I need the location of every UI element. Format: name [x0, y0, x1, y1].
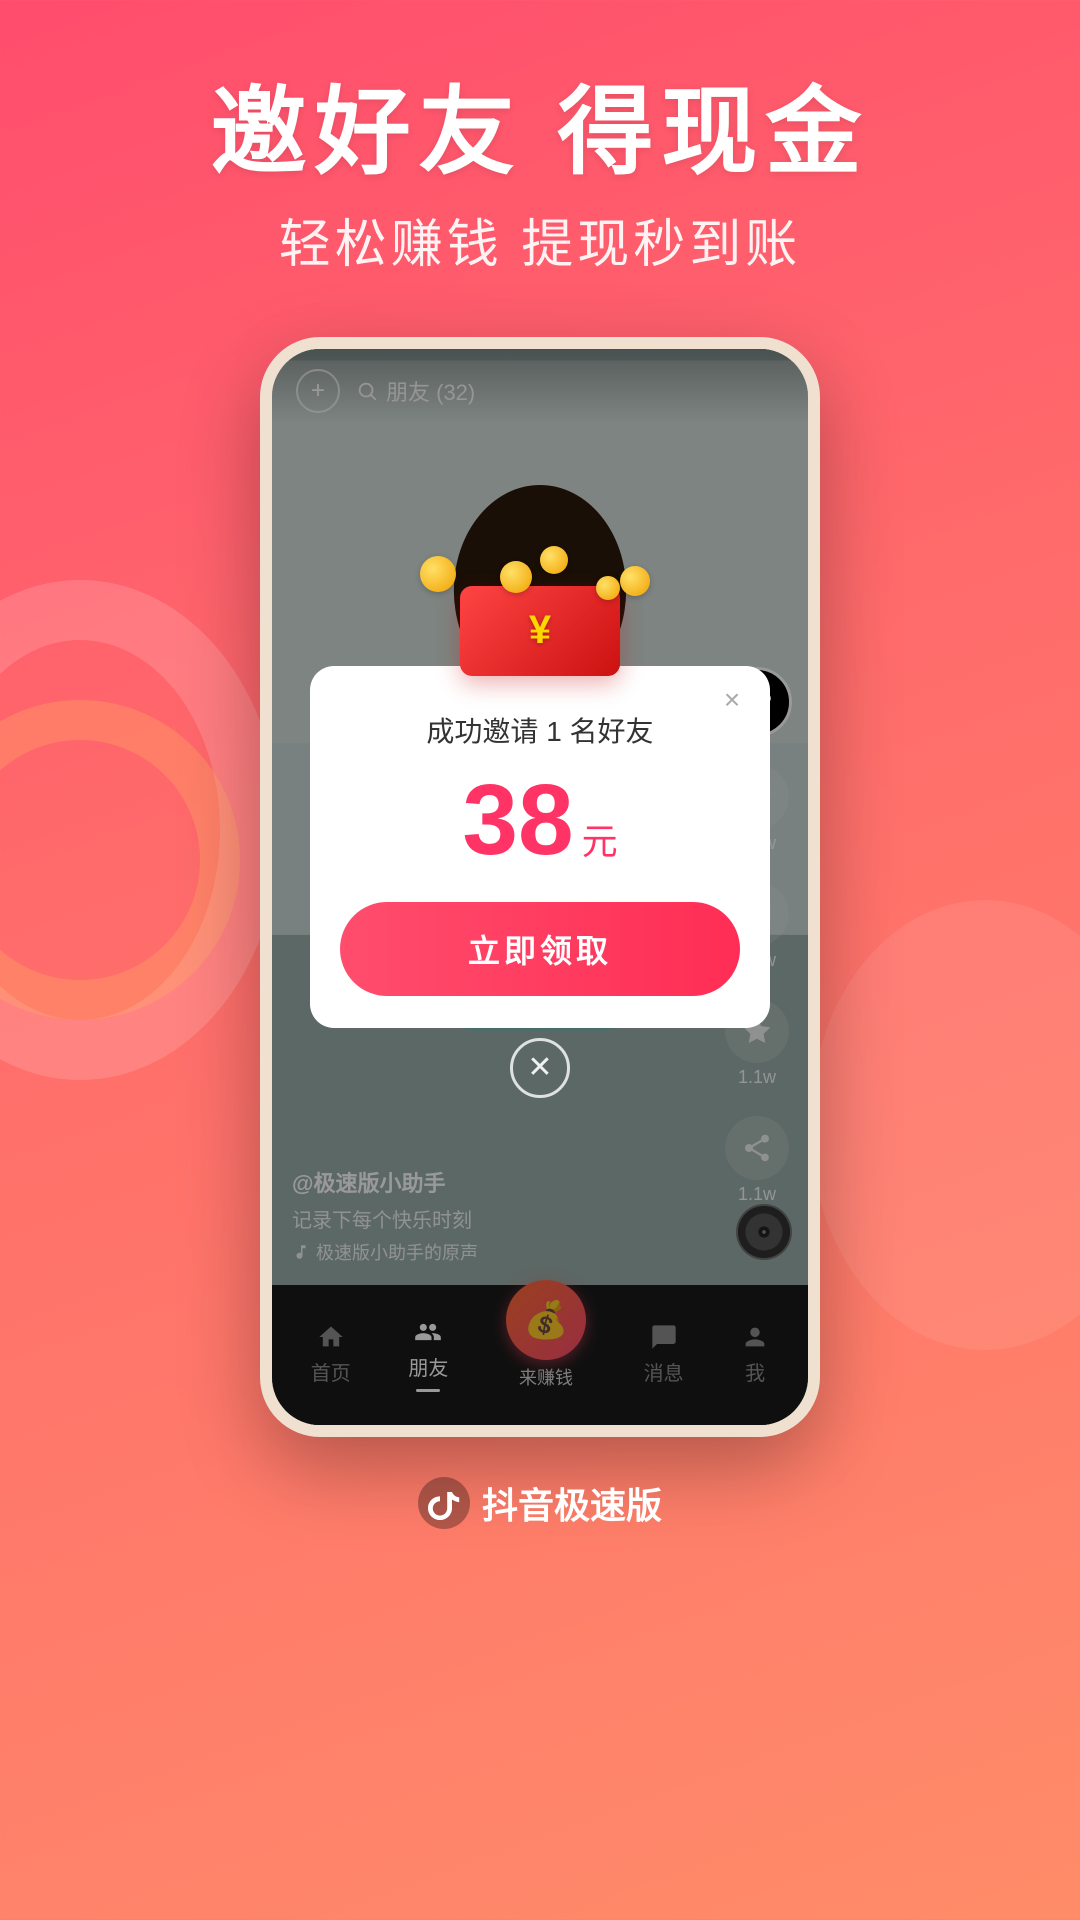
reward-modal: ¥ × 成功邀请 1 名好友	[310, 666, 770, 1028]
coin-2	[620, 566, 650, 596]
dismiss-circle-button[interactable]: ✕	[510, 1038, 570, 1098]
sub-title: 轻松赚钱 提现秒到账	[0, 202, 1080, 277]
red-envelope-label: ¥	[529, 608, 551, 653]
modal-close-button[interactable]: ×	[714, 682, 750, 718]
coin-3	[540, 546, 568, 574]
decoration-container: ¥	[400, 556, 680, 676]
page-footer: 抖音极速版	[0, 1477, 1080, 1529]
red-envelope: ¥	[460, 586, 620, 676]
phone-mockup: + 朋友 (32)	[260, 337, 820, 1437]
close-icon: ×	[724, 684, 740, 716]
circle-close-icon: ✕	[527, 1050, 552, 1085]
tiktok-logo-icon	[418, 1477, 470, 1529]
app-name: 抖音极速版	[482, 1477, 662, 1529]
modal-overlay: ¥ × 成功邀请 1 名好友	[272, 349, 808, 1425]
phone-container: + 朋友 (32)	[0, 337, 1080, 1437]
coin-5	[596, 576, 620, 600]
coin-4	[500, 561, 532, 593]
amount-unit: 元	[582, 813, 618, 865]
amount-number: 38	[462, 770, 573, 870]
main-title: 邀好友 得现金	[0, 80, 1080, 186]
reward-amount: 38 元	[310, 770, 770, 870]
claim-reward-button[interactable]: 立即领取	[340, 902, 740, 996]
modal-title: 成功邀请 1 名好友	[310, 702, 770, 750]
phone-screen: + 朋友 (32)	[272, 349, 808, 1425]
header-section: 邀好友 得现金 轻松赚钱 提现秒到账	[0, 0, 1080, 277]
coin-1	[420, 556, 456, 592]
